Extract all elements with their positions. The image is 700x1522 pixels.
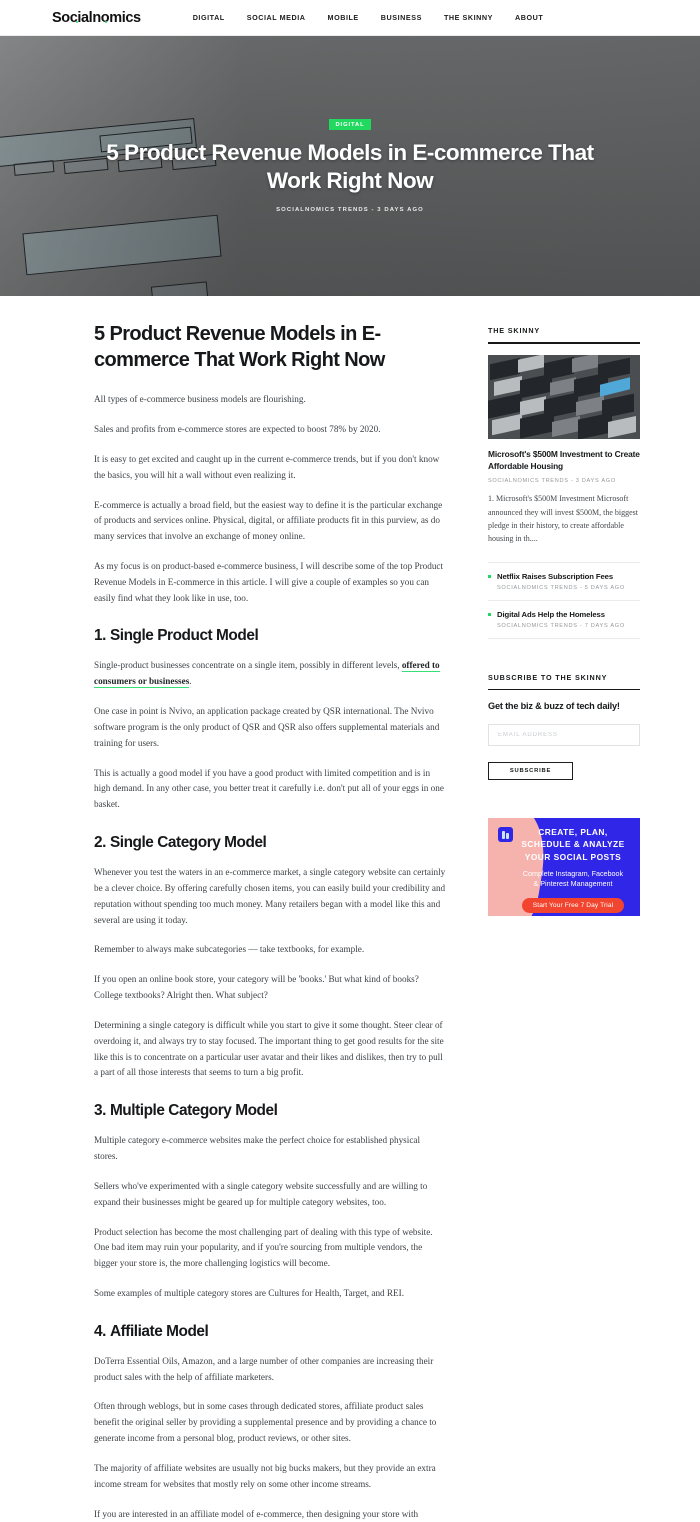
- article-paragraph: It is easy to get excited and caught up …: [94, 453, 440, 480]
- featured-article-thumbnail[interactable]: [488, 354, 640, 439]
- thumbnail-image: [488, 354, 640, 439]
- widget-title-the-skinny: THE SKINNY: [488, 326, 541, 335]
- featured-article-meta: SOCIALNOMICS TRENDS - 3 DAYS AGO: [488, 478, 616, 485]
- section-heading-2: 2. Single Category Model: [94, 834, 446, 852]
- hero-title: 5 Product Revenue Models in E-commerce T…: [106, 140, 594, 194]
- bullet-square-icon: [488, 613, 492, 617]
- email-field[interactable]: [488, 724, 640, 747]
- article-paragraph: E-commerce is actually a broad field, bu…: [94, 499, 443, 542]
- main-navigation: DIGITAL SOCIAL MEDIA MOBILE BUSINESS THE…: [193, 13, 544, 22]
- article-paragraph: As my focus is on product-based e-commer…: [94, 560, 444, 603]
- sidebar: THE SKINNY Microsoft's $500M Investment …: [488, 322, 640, 917]
- site-header: Socialnomics DIGITAL SOCIAL MEDIA MOBILE…: [0, 0, 700, 36]
- article-paragraph: Single-product businesses concentrate on…: [94, 658, 446, 690]
- section-heading-1: 1. Single Product Model: [94, 627, 446, 645]
- nav-item-the-skinny[interactable]: THE SKINNY: [444, 13, 493, 22]
- article-paragraph: If you open an online book store, your c…: [94, 974, 419, 1001]
- article-paragraph: Whenever you test the waters in an e-com…: [94, 867, 446, 925]
- content-wrapper: 5 Product Revenue Models in E-commerce T…: [0, 296, 700, 1522]
- section-title: Single Category Model: [109, 834, 267, 852]
- article-column: 5 Product Revenue Models in E-commerce T…: [94, 322, 446, 1522]
- paragraph-tail-text: .: [189, 676, 192, 687]
- section-title: Affiliate Model: [109, 1322, 209, 1340]
- list-item[interactable]: Netflix Raises Subscription Fees SOCIALN…: [488, 561, 640, 600]
- section-number: 3.: [94, 1102, 106, 1120]
- article-paragraph: All types of e-commerce business models …: [94, 394, 306, 405]
- bullet-square-icon: [488, 575, 492, 579]
- list-item-title[interactable]: Netflix Raises Subscription Fees: [497, 572, 640, 581]
- site-logo-text: Socialnomics: [52, 9, 141, 26]
- article-title: 5 Product Revenue Models in E-commerce T…: [94, 323, 385, 371]
- ad-headline-line-3: YOUR SOCIAL POSTS: [524, 851, 622, 862]
- logo-accent-dot-2-icon: [105, 20, 107, 23]
- subscribe-tagline: Get the biz & buzz of tech daily!: [488, 701, 620, 712]
- advertisement-banner[interactable]: CREATE, PLAN, SCHEDULE & ANALYZE YOUR SO…: [488, 818, 640, 917]
- article-paragraph: Multiple category e-commerce websites ma…: [94, 1135, 421, 1162]
- section-number: 4.: [94, 1322, 106, 1340]
- list-item-meta: SOCIALNOMICS TRENDS - 7 DAYS AGO: [497, 622, 625, 629]
- article-paragraph: This is actually a good model if you hav…: [94, 767, 444, 810]
- site-logo[interactable]: Socialnomics: [52, 10, 141, 26]
- article-paragraph: DoTerra Essential Oils, Amazon, and a la…: [94, 1355, 434, 1382]
- article-paragraph: One case in point is Nvivo, an applicati…: [94, 706, 440, 748]
- featured-article-headline[interactable]: Microsoft's $500M Investment to Create A…: [488, 449, 640, 473]
- hero-content: DIGITAL 5 Product Revenue Models in E-co…: [0, 36, 700, 296]
- ad-subline-2: & Pinterest Management: [533, 879, 613, 889]
- widget-the-skinny: THE SKINNY Microsoft's $500M Investment …: [488, 326, 640, 639]
- featured-article-excerpt: 1. Microsoft's $500M Investment Microsof…: [488, 494, 638, 544]
- ad-logo-icon: [498, 827, 513, 843]
- article-paragraph: Sales and profits from e-commerce stores…: [94, 424, 381, 435]
- list-item-meta: SOCIALNOMICS TRENDS - 5 DAYS AGO: [497, 584, 625, 591]
- widget-subscribe: SUBSCRIBE TO THE SKINNY Get the biz & bu…: [488, 673, 640, 781]
- section-title: Multiple Category Model: [109, 1102, 278, 1120]
- nav-item-about[interactable]: ABOUT: [515, 13, 543, 22]
- section-title: Single Product Model: [109, 627, 259, 645]
- nav-item-business[interactable]: BUSINESS: [381, 13, 422, 22]
- article-paragraph: The majority of affiliate websites are u…: [94, 1462, 436, 1489]
- ad-content: CREATE, PLAN, SCHEDULE & ANALYZE YOUR SO…: [512, 826, 634, 913]
- hero-banner: DIGITAL 5 Product Revenue Models in E-co…: [0, 36, 700, 296]
- hero-category-badge[interactable]: DIGITAL: [329, 119, 371, 130]
- widget-divider: [488, 688, 640, 691]
- article-paragraph: If you are interested in an affiliate mo…: [94, 1508, 419, 1519]
- article-paragraph: Some examples of multiple category store…: [94, 1288, 405, 1298]
- article-paragraph: Sellers who've experimented with a singl…: [94, 1180, 428, 1207]
- hero-byline: SOCIALNOMICS TRENDS - 3 DAYS AGO: [276, 206, 424, 213]
- article-paragraph: Remember to always make subcategories — …: [94, 944, 365, 955]
- nav-item-social-media[interactable]: SOCIAL MEDIA: [247, 13, 306, 22]
- article-paragraph: Product selection has become the most ch…: [94, 1226, 433, 1269]
- ad-headline-line-1: CREATE, PLAN,: [538, 827, 608, 838]
- subscribe-button[interactable]: SUBSCRIBE: [488, 762, 573, 781]
- skinny-article-list: Netflix Raises Subscription Fees SOCIALN…: [488, 561, 640, 639]
- section-number: 2.: [94, 834, 106, 852]
- section-number: 1.: [94, 627, 106, 645]
- list-item-title[interactable]: Digital Ads Help the Homeless: [497, 610, 640, 619]
- logo-accent-dot-icon: [76, 20, 78, 23]
- nav-item-digital[interactable]: DIGITAL: [193, 13, 225, 22]
- section-heading-4: 4. Affiliate Model: [94, 1323, 446, 1341]
- widget-title-subscribe: SUBSCRIBE TO THE SKINNY: [488, 672, 608, 682]
- section-heading-3: 3. Multiple Category Model: [94, 1102, 446, 1120]
- page-root: Socialnomics DIGITAL SOCIAL MEDIA MOBILE…: [0, 0, 700, 1522]
- paragraph-lead-text: Single-product businesses concentrate on…: [94, 660, 400, 671]
- article-paragraph: Often through weblogs, but in some cases…: [94, 1401, 437, 1444]
- ad-headline-line-2: SCHEDULE & ANALYZE: [521, 839, 625, 850]
- ad-cta-button[interactable]: Start Your Free 7 Day Trial: [521, 897, 625, 913]
- list-item[interactable]: Digital Ads Help the Homeless SOCIALNOMI…: [488, 599, 640, 639]
- widget-divider: [488, 342, 640, 344]
- article-paragraph: Determining a single category is difficu…: [94, 1019, 444, 1078]
- ad-subline-1: Complete Instagram, Facebook: [522, 868, 624, 878]
- nav-item-mobile[interactable]: MOBILE: [328, 13, 359, 22]
